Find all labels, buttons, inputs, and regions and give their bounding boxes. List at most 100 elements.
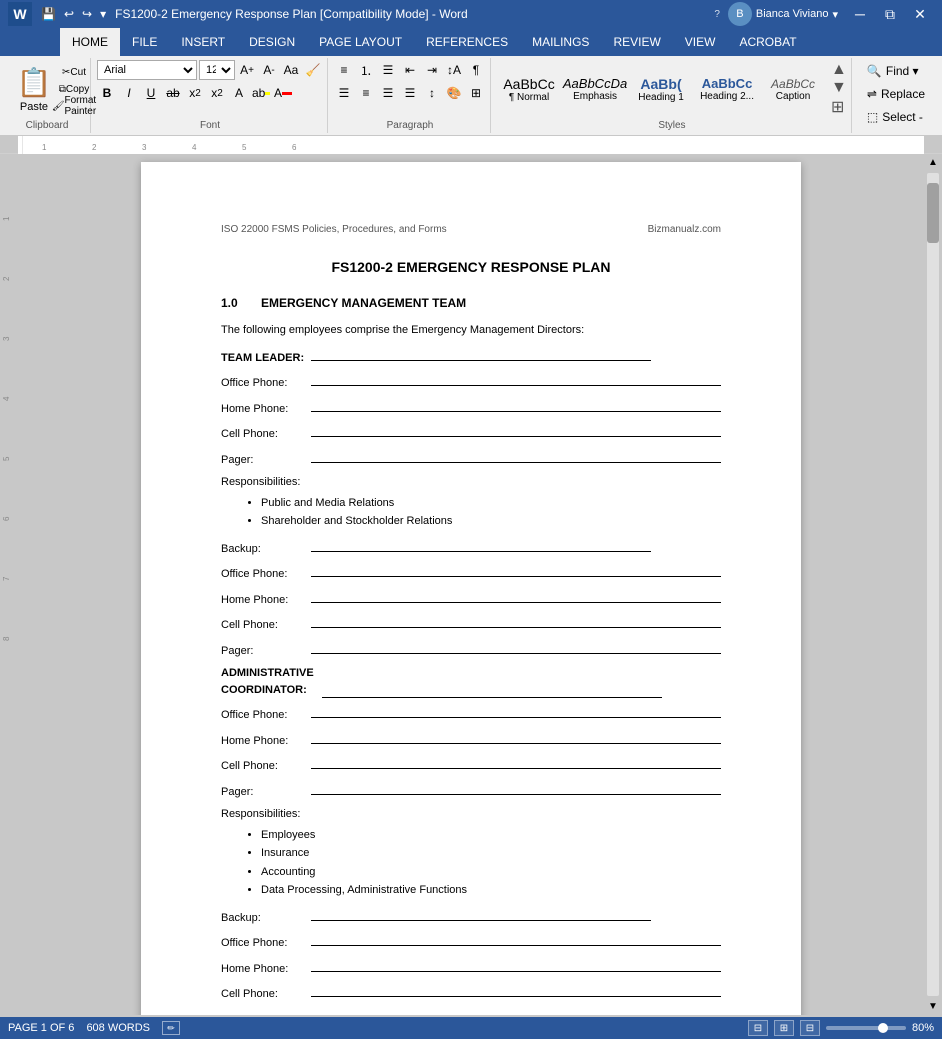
style-caption-label: Caption <box>776 91 810 102</box>
decrease-indent-button[interactable]: ⇤ <box>400 60 420 80</box>
tab-mailings[interactable]: MAILINGS <box>520 28 601 56</box>
borders-button[interactable]: ⊞ <box>466 83 486 103</box>
shading-button[interactable]: 🎨 <box>444 83 464 103</box>
line-spacing-button[interactable]: ↕ <box>422 83 442 103</box>
tab-review[interactable]: REVIEW <box>601 28 672 56</box>
tab-references[interactable]: REFERENCES <box>414 28 520 56</box>
svg-text:1: 1 <box>42 143 47 152</box>
full-screen-button[interactable]: ⊞ <box>774 1020 794 1036</box>
close-button[interactable]: ✕ <box>906 0 934 28</box>
styles-scroll-down[interactable]: ▼ <box>831 79 847 97</box>
section-1-heading: 1.0 EMERGENCY MANAGEMENT TEAM <box>221 294 721 312</box>
font-controls: Arial 12 A+ A- Aa 🧹 B I U ab x2 x2 A ab <box>97 60 323 103</box>
scroll-down-button[interactable]: ▼ <box>928 998 938 1015</box>
style-heading1[interactable]: AaBb( Heading 1 <box>629 62 693 116</box>
scroll-thumb[interactable] <box>927 183 939 243</box>
style-heading2[interactable]: AaBbCc Heading 2... <box>695 62 759 116</box>
undo-qat-button[interactable]: ↩ <box>61 5 77 23</box>
office-phone-label-2: Office Phone: <box>221 566 311 583</box>
tab-page-layout[interactable]: PAGE LAYOUT <box>307 28 414 56</box>
underline-button[interactable]: U <box>141 83 161 103</box>
clipboard-small-buttons: ✂ Cut ⧉ Copy 🖌 Format Painter <box>62 64 86 114</box>
font-size-select[interactable]: 12 <box>199 60 235 80</box>
user-dropdown[interactable]: ▾ <box>832 8 838 21</box>
zoom-thumb[interactable] <box>878 1023 888 1033</box>
italic-button[interactable]: I <box>119 83 139 103</box>
cell-phone-label-3: Cell Phone: <box>221 758 311 775</box>
help-button[interactable]: ? <box>714 9 720 20</box>
show-formatting-button[interactable]: ¶ <box>466 60 486 80</box>
style-emphasis[interactable]: AaBbCcDa Emphasis <box>563 62 627 116</box>
ribbon: 📋 Paste ✂ Cut ⧉ Copy 🖌 Format Painter Cl… <box>0 56 942 136</box>
qat-dropdown[interactable]: ▾ <box>97 5 109 23</box>
font-name-select[interactable]: Arial <box>97 60 197 80</box>
clear-formatting-button[interactable]: 🧹 <box>303 60 323 80</box>
paragraph-group: ≡ ⒈ ☰ ⇤ ⇥ ↕A ¶ ☰ ≡ ☰ ☰ ↕ 🎨 ⊞ Paragraph <box>330 58 491 133</box>
shrink-font-button[interactable]: A- <box>259 60 279 80</box>
text-effect-button[interactable]: A <box>229 83 249 103</box>
scroll-up-button[interactable]: ▲ <box>928 154 938 171</box>
home-phone-2: Home Phone: <box>221 589 721 609</box>
style-normal[interactable]: AaBbCc ¶ Normal <box>497 62 561 116</box>
bullets-button[interactable]: ≡ <box>334 60 354 80</box>
team-leader-underline <box>311 347 651 361</box>
restore-button[interactable]: ⧉ <box>876 0 904 28</box>
office-phone-4: Office Phone: <box>221 932 721 952</box>
svg-text:2: 2 <box>92 143 97 152</box>
tab-view[interactable]: VIEW <box>673 28 728 56</box>
style-heading2-preview: AaBbCc <box>702 76 753 91</box>
justify-button[interactable]: ☰ <box>400 83 420 103</box>
bold-button[interactable]: B <box>97 83 117 103</box>
svg-text:4: 4 <box>192 143 197 152</box>
tab-file[interactable]: FILE <box>120 28 169 56</box>
styles-more[interactable]: ⊞ <box>831 97 847 117</box>
align-center-button[interactable]: ≡ <box>356 83 376 103</box>
superscript-button[interactable]: x2 <box>207 83 227 103</box>
format-painter-button[interactable]: 🖌 Format Painter <box>62 98 86 114</box>
ruler-right-side <box>924 136 942 153</box>
subscript-button[interactable]: x2 <box>185 83 205 103</box>
select-button[interactable]: ⬚ Select - <box>858 106 934 128</box>
strikethrough-button[interactable]: ab <box>163 83 183 103</box>
zoom-slider[interactable] <box>826 1026 906 1030</box>
tab-acrobat[interactable]: ACROBAT <box>727 28 808 56</box>
font-color-button[interactable]: A <box>273 83 293 103</box>
svg-text:6: 6 <box>292 143 297 152</box>
print-layout-button[interactable]: ⊟ <box>748 1020 768 1036</box>
ruler-area: 1 2 3 4 5 6 <box>0 136 942 154</box>
styles-scroll-up[interactable]: ▲ <box>831 61 847 79</box>
scroll-track[interactable] <box>927 173 939 996</box>
styles-group: AaBbCc ¶ Normal AaBbCcDa Emphasis AaBb( … <box>493 58 852 133</box>
multilevel-list-button[interactable]: ☰ <box>378 60 398 80</box>
cut-button[interactable]: ✂ Cut <box>62 64 86 80</box>
paste-icon: 📋 <box>17 66 52 99</box>
web-layout-button[interactable]: ⊟ <box>800 1020 820 1036</box>
tab-insert[interactable]: INSERT <box>169 28 237 56</box>
change-case-button[interactable]: Aa <box>281 60 301 80</box>
home-phone-underline-2 <box>311 589 721 603</box>
grow-font-button[interactable]: A+ <box>237 60 257 80</box>
highlight-button[interactable]: ab <box>251 83 271 103</box>
increase-indent-button[interactable]: ⇥ <box>422 60 442 80</box>
doc-header-left: ISO 22000 FSMS Policies, Procedures, and… <box>221 222 447 237</box>
redo-qat-button[interactable]: ↪ <box>79 5 95 23</box>
clipboard-content: 📋 Paste ✂ Cut ⧉ Copy 🖌 Format Painter <box>8 60 86 118</box>
style-caption[interactable]: AaBbCc Caption <box>761 62 825 116</box>
copy-icon: ⧉ <box>59 84 66 95</box>
replace-button[interactable]: ⇌ Replace <box>858 83 934 105</box>
main-area: 1 2 3 4 5 6 7 8 ISO 22000 FSMS Policies,… <box>0 154 942 1015</box>
home-phone-label-1: Home Phone: <box>221 401 311 418</box>
svg-text:3: 3 <box>2 336 11 341</box>
home-phone-4: Home Phone: <box>221 958 721 978</box>
sort-button[interactable]: ↕A <box>444 60 464 80</box>
align-right-button[interactable]: ☰ <box>378 83 398 103</box>
tab-home[interactable]: HOME <box>60 28 120 56</box>
save-qat-button[interactable]: 💾 <box>38 5 59 23</box>
tab-design[interactable]: DESIGN <box>237 28 307 56</box>
numbering-button[interactable]: ⒈ <box>356 60 376 80</box>
style-caption-preview: AaBbCc <box>771 77 815 91</box>
minimize-button[interactable]: ─ <box>846 0 874 28</box>
align-left-button[interactable]: ☰ <box>334 83 354 103</box>
find-button[interactable]: 🔍 Find ▾ <box>858 60 934 82</box>
doc-scroll-area[interactable]: ISO 22000 FSMS Policies, Procedures, and… <box>18 154 924 1015</box>
